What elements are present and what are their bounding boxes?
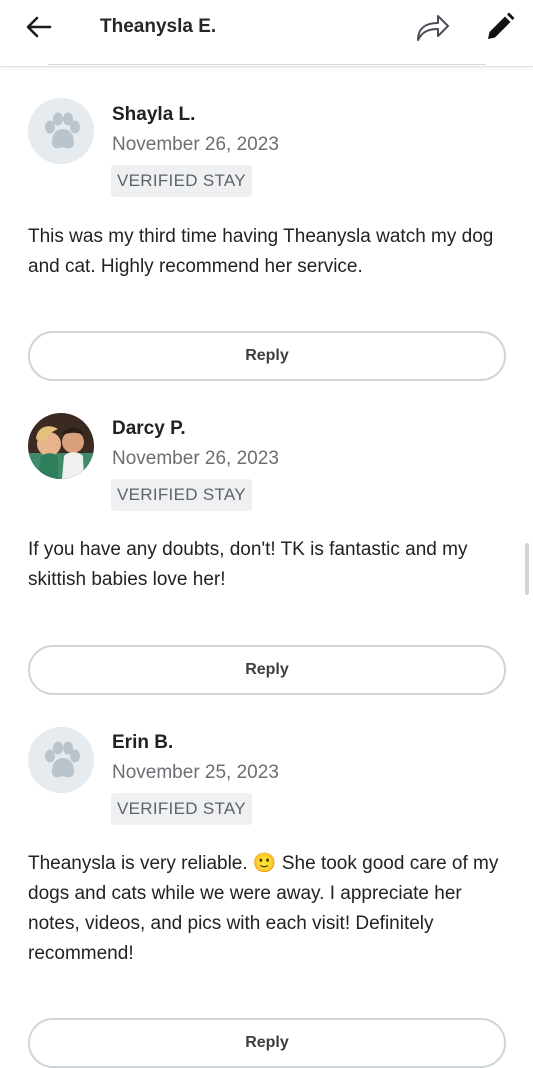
user-photo-icon bbox=[28, 413, 94, 479]
divider bbox=[48, 64, 486, 65]
pencil-icon[interactable] bbox=[484, 11, 516, 43]
paw-icon bbox=[28, 98, 94, 164]
review-text: This was my third time having Theanysla … bbox=[28, 226, 494, 277]
verified-stay-badge: VERIFIED STAY bbox=[111, 793, 252, 825]
review-date: November 26, 2023 bbox=[112, 448, 279, 469]
paw-icon bbox=[28, 727, 94, 793]
review-date: November 25, 2023 bbox=[112, 762, 279, 783]
avatar bbox=[28, 413, 94, 479]
review-text: If you have any doubts, don't! TK is fan… bbox=[28, 539, 468, 590]
reply-button[interactable]: Reply bbox=[28, 331, 506, 381]
top-app-bar: Theanysla E. bbox=[0, 0, 533, 67]
page-title: Theanysla E. bbox=[100, 16, 217, 37]
share-icon[interactable] bbox=[414, 10, 450, 44]
scrollbar[interactable] bbox=[525, 543, 529, 595]
avatar bbox=[28, 98, 94, 164]
verified-stay-badge: VERIFIED STAY bbox=[111, 165, 252, 197]
reply-button[interactable]: Reply bbox=[28, 645, 506, 695]
avatar bbox=[28, 727, 94, 793]
reviewer-name: Shayla L. bbox=[112, 104, 196, 125]
review-text: Theanysla is very reliable. 🙂 She took g… bbox=[28, 853, 499, 964]
reviewer-name: Erin B. bbox=[112, 732, 174, 753]
back-arrow-icon[interactable] bbox=[24, 12, 54, 42]
verified-stay-badge: VERIFIED STAY bbox=[111, 479, 252, 511]
reviewer-name: Darcy P. bbox=[112, 418, 186, 439]
reply-button[interactable]: Reply bbox=[28, 1018, 506, 1068]
review-date: November 26, 2023 bbox=[112, 134, 279, 155]
